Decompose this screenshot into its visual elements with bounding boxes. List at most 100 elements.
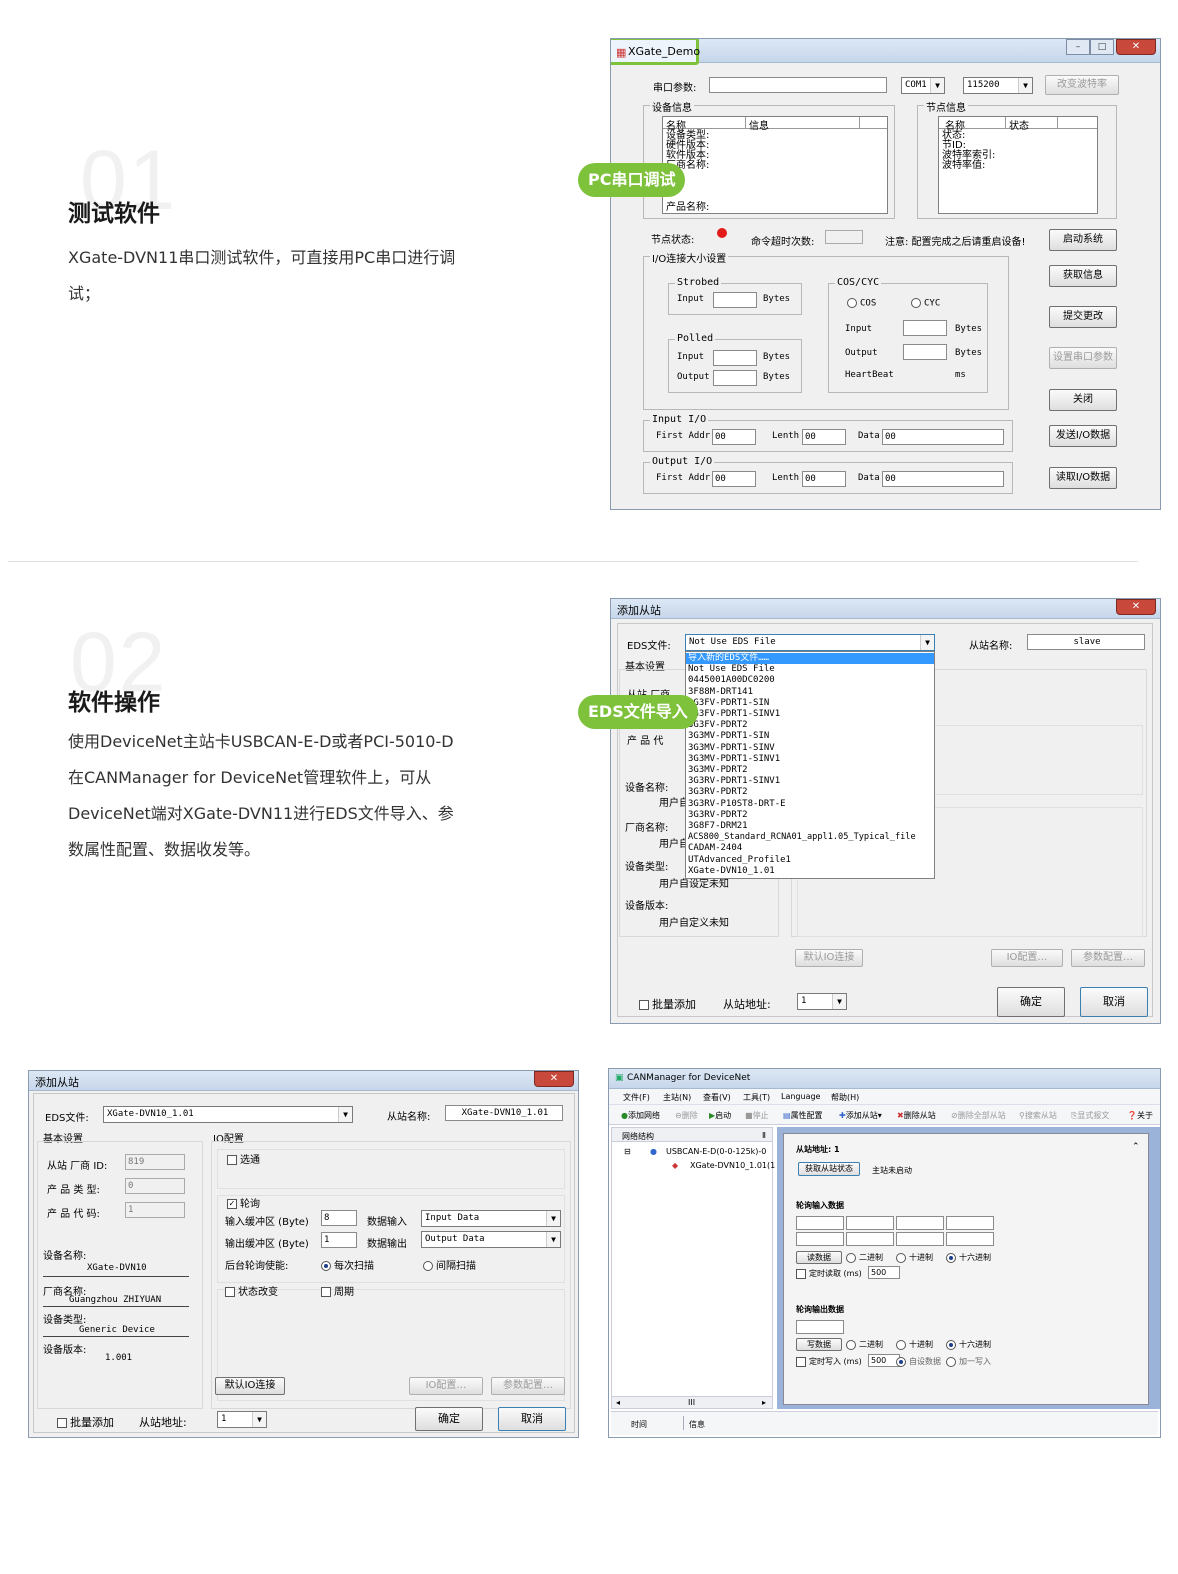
output-first-addr-field[interactable]: 00 (712, 471, 756, 487)
dropdown-item[interactable]: 3G3FV-PDRT2 (686, 720, 934, 731)
cos-input-field[interactable] (903, 320, 947, 336)
eds-dropdown-list[interactable]: 导入新的EDS文件…… Not Use EDS File 0445001A00D… (685, 651, 935, 879)
device-info-list[interactable]: 名称 信息 设备类型: 硬件版本: 软件版本: 厂商名称: 产品名称: (662, 116, 888, 214)
change-baud-button[interactable]: 改变波特率 (1045, 75, 1119, 95)
scroll-thumb[interactable]: III (688, 1398, 695, 1407)
dropdown-item[interactable]: XGate-DVN10_1.01 (686, 866, 934, 877)
vendor-id-field[interactable]: 819 (125, 1154, 185, 1170)
dropdown-item[interactable]: 3G3RV-P10ST8-DRT-E (686, 799, 934, 810)
hex-radio[interactable]: 十六进制 (946, 1252, 991, 1263)
dropdown-item[interactable]: 3G3MV-PDRT1-SINV (686, 743, 934, 754)
interval-scan-radio[interactable]: 间隔扫描 (423, 1257, 476, 1272)
cos-radio[interactable]: COS (847, 298, 876, 309)
dropdown-item[interactable]: CADAM-2404 (686, 843, 934, 854)
submit-changes-button[interactable]: 提交更改 (1049, 306, 1117, 328)
polled-output-field[interactable] (713, 370, 757, 386)
dropdown-item[interactable]: 3G3RV-PDRT2 (686, 787, 934, 798)
io-config-button[interactable]: IO配置… (991, 949, 1063, 967)
node-info-list[interactable]: 名称 状态 状态: 节ID: 波特率索引: 波特率值: (938, 116, 1098, 214)
dropdown-item-import[interactable]: 导入新的EDS文件…… (686, 653, 934, 665)
poll-output-cell[interactable] (796, 1320, 844, 1334)
expand-icon[interactable]: ⊟ (624, 1147, 631, 1156)
dropdown-item[interactable]: Not Use EDS File (686, 664, 934, 675)
baud-select[interactable]: 115200 ▼ (963, 77, 1033, 94)
input-first-addr-field[interactable]: 00 (712, 429, 756, 445)
remove-slave-button[interactable]: ✖删除从站 (897, 1110, 936, 1121)
slave-name-field[interactable]: XGate-DVN10_1.01 (445, 1105, 563, 1121)
polled-input-field[interactable] (713, 350, 757, 366)
port-field[interactable] (709, 77, 887, 93)
default-io-button[interactable]: 默认IO连接 (215, 1377, 285, 1395)
binary-radio[interactable]: 二进制 (846, 1339, 883, 1350)
batch-add-checkbox[interactable]: 批量添加 (57, 1414, 114, 1430)
cyc-radio[interactable]: CYC (911, 298, 940, 309)
menu-language[interactable]: Language (781, 1092, 820, 1101)
strobe-checkbox[interactable]: 选通 (227, 1151, 260, 1166)
dropdown-item[interactable]: 3G3FV-PDRT1-SIN (686, 698, 934, 709)
batch-add-checkbox[interactable]: 批量添加 (639, 996, 696, 1012)
dropdown-item[interactable]: UTAdvanced_Profile1 (686, 855, 934, 866)
read-data-button[interactable]: 读数据 (796, 1251, 842, 1264)
dropdown-item[interactable]: ACS800_Standard_RCNA01_appl1.05_Typical_… (686, 832, 934, 843)
menu-tools[interactable]: 工具(T) (743, 1092, 770, 1103)
decimal-radio[interactable]: 十进制 (896, 1339, 933, 1350)
timed-read-checkbox[interactable]: 定时读取 (ms) (796, 1268, 862, 1279)
dropdown-item[interactable]: 3G3MV-PDRT2 (686, 765, 934, 776)
get-info-button[interactable]: 获取信息 (1049, 265, 1117, 287)
minimize-icon[interactable]: – (1066, 39, 1090, 55)
add-one-radio[interactable]: 加一写入 (946, 1356, 991, 1367)
add-slave-button[interactable]: ✚添加从站▾ (839, 1110, 882, 1121)
start-system-button[interactable]: 启动系统 (1049, 229, 1117, 251)
read-io-button[interactable]: 读取I/O数据 (1049, 467, 1117, 489)
close-icon[interactable]: ✕ (534, 1071, 574, 1087)
cancel-button[interactable]: 取消 (1080, 987, 1148, 1017)
hex-radio[interactable]: 十六进制 (946, 1339, 991, 1350)
dropdown-item[interactable]: 3G3FV-PDRT1-SINV1 (686, 709, 934, 720)
search-slave-button[interactable]: ⚲搜索从站 (1019, 1110, 1057, 1121)
cyclic-checkbox[interactable]: 周期 (321, 1283, 354, 1298)
data-output-select[interactable]: Output Data ▼ (421, 1231, 561, 1248)
auto-data-radio[interactable]: 自设数据 (896, 1356, 941, 1367)
dropdown-item[interactable]: 3G3RV-PDRT1-SINV1 (686, 776, 934, 787)
menu-file[interactable]: 文件(F) (623, 1092, 650, 1103)
default-io-button[interactable]: 默认IO连接 (795, 949, 863, 967)
param-config-button[interactable]: 参数配置… (1071, 949, 1145, 967)
cos-output-field[interactable] (903, 344, 947, 360)
data-input-select[interactable]: Input Data ▼ (421, 1210, 561, 1227)
strobed-input-field[interactable] (713, 292, 757, 308)
input-buffer-field[interactable]: 8 (321, 1210, 357, 1226)
input-data-field[interactable]: 00 (882, 429, 1004, 445)
about-button[interactable]: ❓关于 (1127, 1110, 1153, 1121)
tree-node-master[interactable]: USBCAN-E-D(0-0-125k)-0 (666, 1147, 766, 1156)
ok-button[interactable]: 确定 (415, 1407, 483, 1431)
poll-checkbox[interactable]: ✓ 轮询 (227, 1195, 260, 1210)
dropdown-item[interactable]: 0445001A00DC0200 (686, 675, 934, 686)
ok-button[interactable]: 确定 (997, 987, 1065, 1017)
product-type-field[interactable]: 0 (125, 1178, 185, 1194)
scroll-right-icon[interactable]: ▸ (762, 1398, 766, 1407)
io-config-button[interactable]: IO配置… (409, 1377, 483, 1395)
dropdown-item[interactable]: 3F88M-DRT141 (686, 687, 934, 698)
remove-all-button[interactable]: ⊘删除全部从站 (951, 1110, 1006, 1121)
output-length-field[interactable]: 00 (802, 471, 846, 487)
collapse-icon[interactable]: ⌃ (1132, 1142, 1140, 1152)
timed-write-checkbox[interactable]: 定时写入 (ms) (796, 1356, 862, 1367)
add-network-button[interactable]: ●添加网络 (621, 1110, 660, 1121)
get-slave-state-button[interactable]: 获取从站状态 (798, 1162, 860, 1176)
serial-settings-button[interactable]: 设置串口参数 (1049, 347, 1117, 369)
delete-button[interactable]: ⊖删除 (675, 1110, 698, 1121)
close-button[interactable]: 关闭 (1049, 389, 1117, 411)
properties-button[interactable]: ▤属性配置 (783, 1110, 823, 1121)
menu-help[interactable]: 帮助(H) (831, 1092, 859, 1103)
timeout-field[interactable] (825, 230, 863, 244)
decimal-radio[interactable]: 十进制 (896, 1252, 933, 1263)
param-config-button[interactable]: 参数配置… (491, 1377, 565, 1395)
close-icon[interactable]: ✕ (1116, 39, 1156, 55)
maximize-icon[interactable]: □ (1090, 39, 1114, 55)
dropdown-item[interactable]: 3G3MV-PDRT1-SINV1 (686, 754, 934, 765)
cancel-button[interactable]: 取消 (498, 1407, 566, 1431)
every-scan-radio[interactable]: 每次扫描 (321, 1257, 374, 1272)
pin-icon[interactable]: Ⅱ (762, 1131, 766, 1140)
start-button[interactable]: ▶启动 (709, 1110, 731, 1121)
cos-checkbox[interactable]: 状态改变 (225, 1283, 278, 1298)
